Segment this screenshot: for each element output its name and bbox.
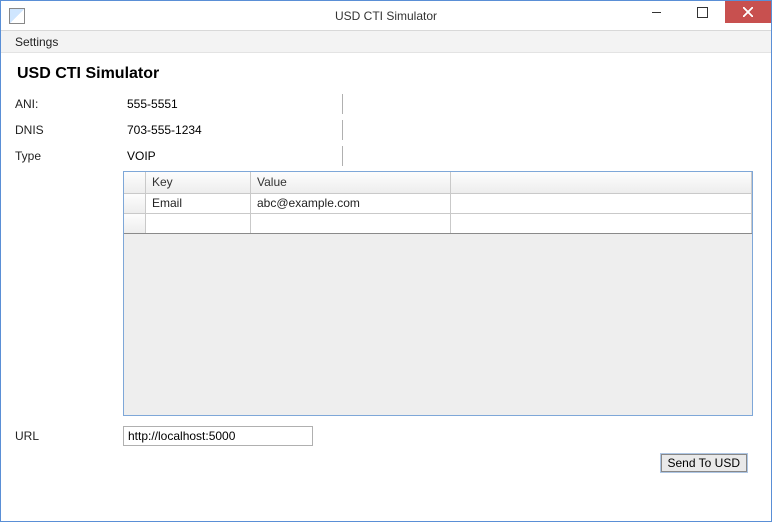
grid-header-value[interactable]: Value (251, 172, 451, 193)
maximize-button[interactable] (679, 1, 725, 23)
send-button[interactable]: Send To USD (661, 454, 748, 472)
table-row-new[interactable] (124, 214, 752, 234)
grid-header-key[interactable]: Key (146, 172, 251, 193)
input-dnis[interactable] (123, 120, 343, 140)
row-url: URL (13, 426, 759, 446)
grid-row-selector[interactable] (124, 194, 146, 213)
input-type[interactable] (123, 146, 343, 166)
footer: Send To USD (13, 446, 759, 472)
grid-header-spacer (451, 172, 752, 193)
input-ani[interactable] (123, 94, 343, 114)
input-url[interactable] (123, 426, 313, 446)
app-icon (9, 8, 25, 24)
params-grid[interactable]: Key Value Email abc@example.com (123, 171, 753, 416)
grid-cell-key[interactable]: Email (146, 194, 251, 213)
label-ani: ANI: (13, 97, 123, 111)
grid-header: Key Value (124, 172, 752, 194)
titlebar: USD CTI Simulator (1, 1, 771, 31)
menu-settings[interactable]: Settings (7, 33, 66, 51)
label-type: Type (13, 149, 123, 163)
minimize-button[interactable] (633, 1, 679, 23)
label-url: URL (13, 429, 123, 443)
close-button[interactable] (725, 1, 771, 23)
grid-cell-value-empty[interactable] (251, 214, 451, 233)
grid-cell-spacer (451, 214, 752, 233)
grid-header-rowselector (124, 172, 146, 193)
row-ani: ANI: (13, 93, 759, 115)
window-controls (633, 1, 771, 30)
row-type: Type (13, 145, 759, 167)
table-row[interactable]: Email abc@example.com (124, 194, 752, 214)
row-dnis: DNIS (13, 119, 759, 141)
content-area: USD CTI Simulator ANI: DNIS Type Key Val… (1, 53, 771, 482)
grid-row-selector[interactable] (124, 214, 146, 233)
grid-cell-spacer (451, 194, 752, 213)
grid-cell-value[interactable]: abc@example.com (251, 194, 451, 213)
page-title: USD CTI Simulator (17, 65, 759, 83)
menubar: Settings (1, 31, 771, 53)
label-dnis: DNIS (13, 123, 123, 137)
grid-cell-key-empty[interactable] (146, 214, 251, 233)
